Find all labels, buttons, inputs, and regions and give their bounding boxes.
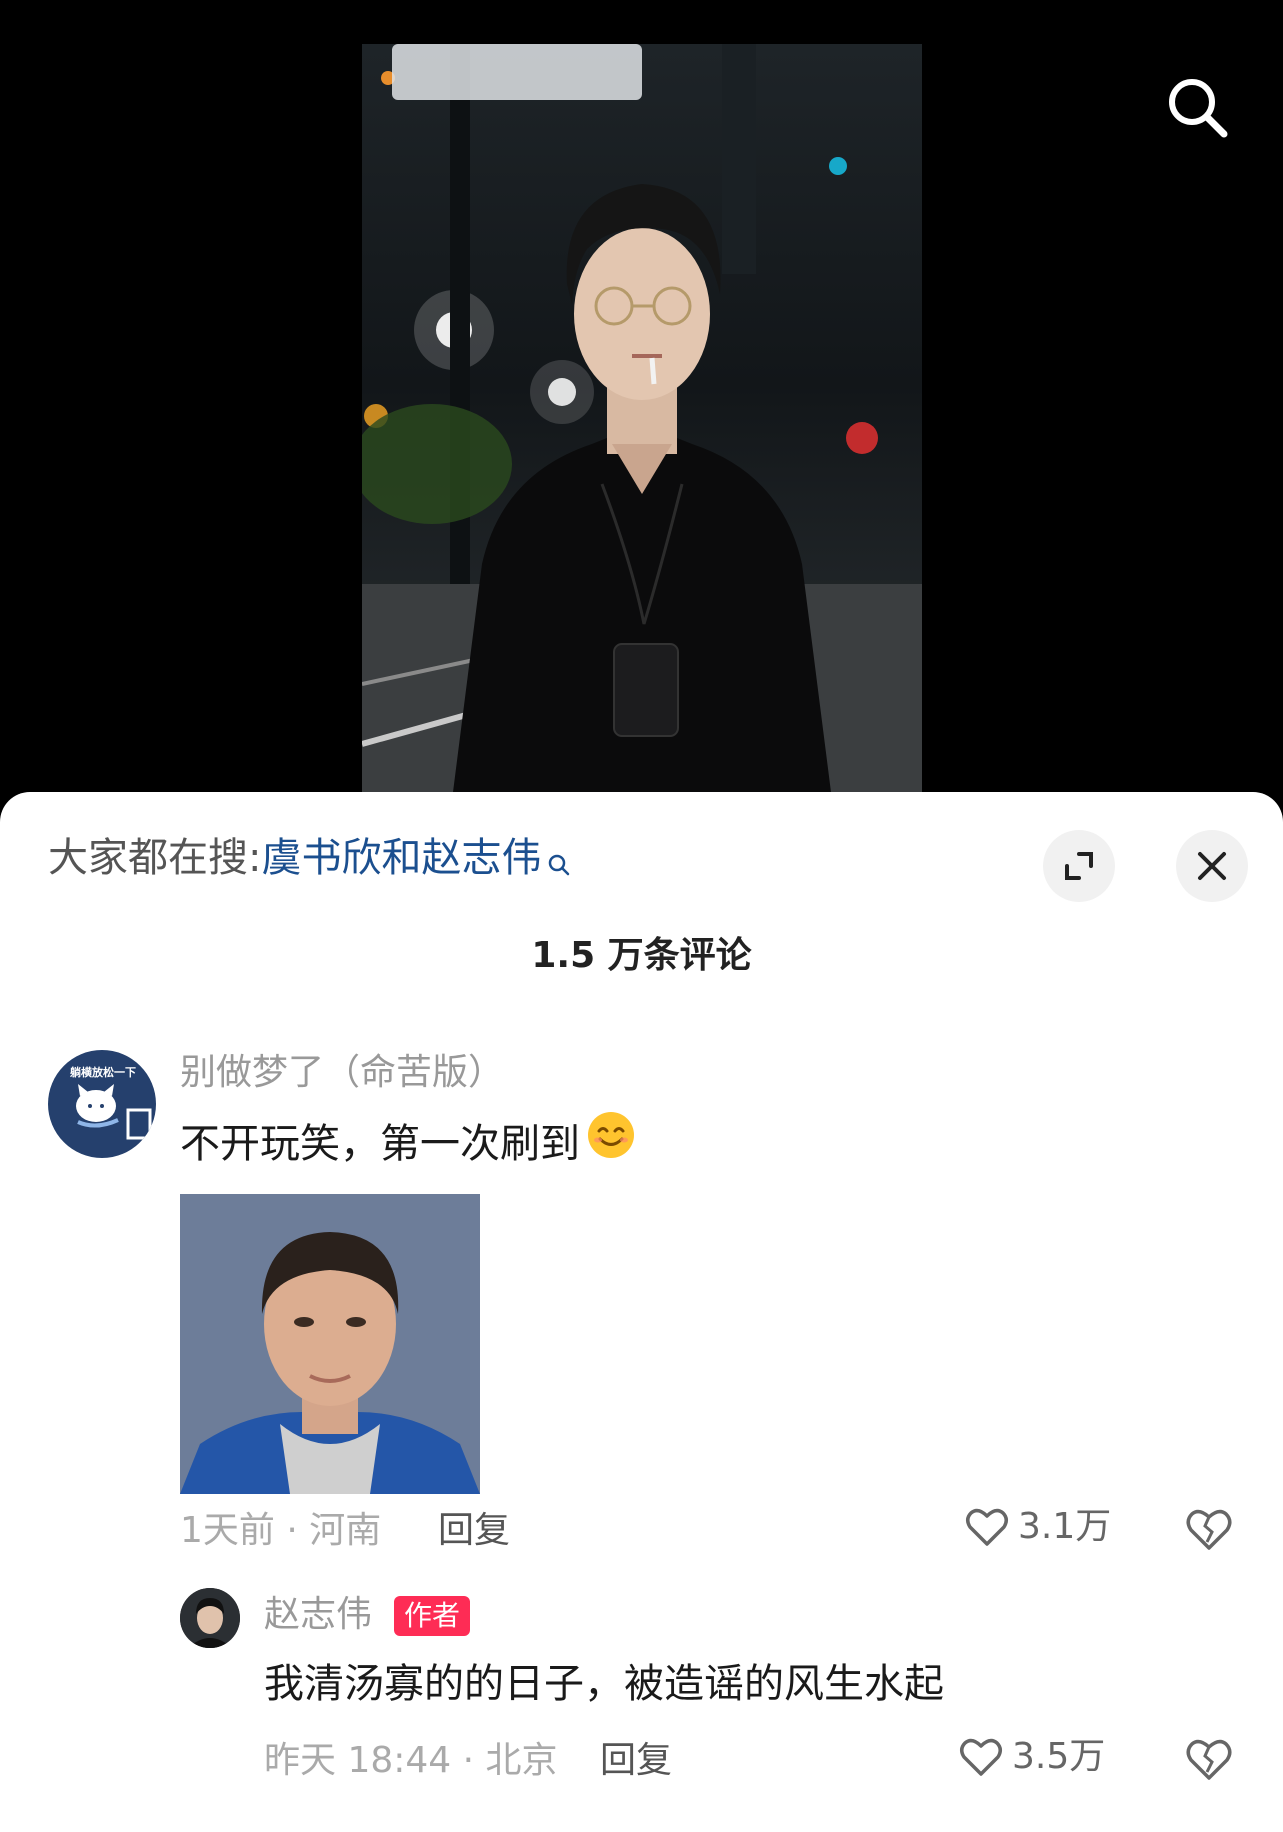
small-search-icon[interactable] bbox=[547, 836, 571, 892]
comment-text-line: 不开玩笑，第一次刷到 bbox=[180, 1111, 636, 1175]
hot-search-bar: 大家都在搜:虞书欣和赵志伟 bbox=[48, 830, 571, 892]
avatar[interactable]: 躺横放松一下 bbox=[48, 1050, 156, 1158]
broken-heart-icon bbox=[1186, 1509, 1232, 1550]
comment-text: 不开玩笑，第一次刷到 bbox=[180, 1121, 580, 1167]
broken-heart-icon bbox=[1186, 1739, 1232, 1780]
heart-icon bbox=[966, 1508, 1008, 1546]
like-button[interactable]: 3.1万 bbox=[964, 1504, 1111, 1550]
smile-emoji bbox=[586, 1110, 636, 1175]
reply-username[interactable]: 赵志伟 bbox=[264, 1592, 372, 1638]
author-avatar[interactable] bbox=[180, 1588, 240, 1648]
expand-button[interactable] bbox=[1043, 830, 1115, 902]
reply-dislike-button[interactable] bbox=[1184, 1734, 1234, 1788]
avatar-caption: 躺横放松一下 bbox=[70, 1066, 136, 1079]
comment-count-title: 1.5 万条评论 bbox=[531, 935, 752, 976]
close-icon bbox=[1198, 852, 1226, 880]
reply-meta: 昨天 18:44 · 北京 bbox=[264, 1740, 558, 1781]
like-count: 3.1万 bbox=[1018, 1506, 1112, 1547]
reply-button-2[interactable]: 回复 bbox=[600, 1738, 672, 1784]
hot-search-prefix: 大家都在搜: bbox=[48, 835, 262, 881]
comment-sheet: 大家都在搜:虞书欣和赵志伟 1.5 万条评论 躺横放松一下 别做梦了（命苦版） … bbox=[0, 792, 1283, 1832]
reply-text: 我清汤寡的的日子，被造谣的风生水起 bbox=[264, 1661, 944, 1707]
video-still-image bbox=[362, 44, 922, 800]
dislike-button[interactable] bbox=[1184, 1504, 1234, 1558]
expand-icon bbox=[1065, 852, 1093, 880]
author-badge: 作者 bbox=[394, 1596, 471, 1636]
video-player[interactable] bbox=[0, 0, 1283, 800]
reply-like-button[interactable]: 3.5万 bbox=[958, 1734, 1105, 1780]
comment-image[interactable] bbox=[180, 1194, 480, 1494]
comment-meta: 1天前 · 河南 bbox=[180, 1510, 382, 1551]
hot-search-term-link[interactable]: 虞书欣和赵志伟 bbox=[261, 835, 541, 881]
close-button[interactable] bbox=[1176, 830, 1248, 902]
video-frame bbox=[362, 44, 922, 800]
reply-like-count: 3.5万 bbox=[1012, 1736, 1106, 1777]
search-icon[interactable] bbox=[1162, 72, 1234, 144]
comment-username[interactable]: 别做梦了（命苦版） bbox=[180, 1050, 504, 1096]
heart-icon bbox=[960, 1738, 1002, 1776]
reply-button[interactable]: 回复 bbox=[438, 1508, 510, 1554]
